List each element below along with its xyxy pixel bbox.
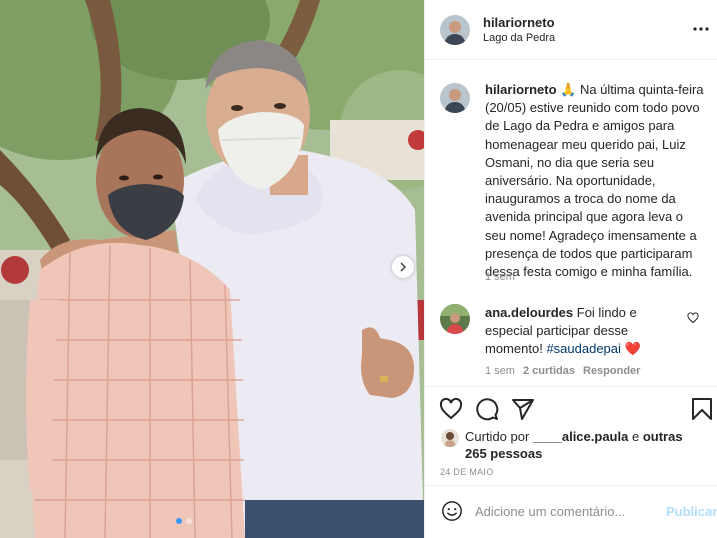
carousel-dot [186, 518, 192, 524]
instagram-post-modal: hilariorneto Lago da Pedra hilariorneto … [0, 0, 717, 538]
comments-section[interactable]: hilariorneto 🙏 Na última quinta-feira (2… [425, 61, 717, 386]
more-options-button[interactable] [693, 21, 709, 40]
bookmark-icon [692, 398, 712, 420]
share-button[interactable] [511, 397, 535, 424]
caption-username[interactable]: hilariorneto [485, 82, 557, 97]
comment-button[interactable] [475, 397, 499, 424]
liker-username[interactable]: ____alice.paula [533, 429, 628, 444]
heart-icon [439, 397, 463, 420]
save-button[interactable] [691, 397, 713, 424]
likes-prefix: Curtido por [465, 429, 530, 444]
likes-summary: Curtido por ____alice.paula e outras 265… [465, 428, 705, 462]
comment-time[interactable]: 1 sem [485, 365, 515, 377]
post-photo[interactable] [0, 0, 424, 538]
heart-icon [687, 312, 699, 324]
post-side-panel: hilariorneto Lago da Pedra hilariorneto … [424, 0, 717, 538]
caption-text: Na última quinta-feira (20/05) estive re… [485, 82, 704, 280]
emoji-button[interactable] [441, 500, 463, 525]
publish-button[interactable]: Publicar [666, 504, 717, 519]
next-photo-button[interactable] [392, 256, 414, 278]
add-comment-bar: Publicar [425, 485, 717, 538]
carousel-dot-active [176, 518, 182, 524]
reply-button[interactable]: Responder [583, 365, 640, 377]
comment-icon [476, 398, 499, 421]
liker-avatar[interactable] [441, 429, 459, 447]
author-username[interactable]: hilariorneto [483, 15, 555, 30]
like-comment-button[interactable] [687, 312, 699, 327]
like-button[interactable] [439, 397, 463, 424]
post-caption: hilariorneto 🙏 Na última quinta-feira (2… [485, 81, 707, 281]
post-location[interactable]: Lago da Pedra [483, 32, 555, 44]
paper-plane-icon [512, 399, 534, 420]
post-header: hilariorneto Lago da Pedra [425, 0, 717, 60]
smiley-icon [442, 501, 462, 521]
caption-author-avatar[interactable] [440, 83, 470, 113]
caption-emoji: 🙏 [560, 82, 577, 97]
photo-illustration [0, 0, 424, 538]
heart-emoji: ❤️ [624, 341, 641, 356]
likes-connector: e [631, 429, 640, 444]
comment-input[interactable] [475, 500, 655, 522]
chevron-right-icon [400, 262, 407, 272]
comment-item: ana.delourdes Foi lindo e especial parti… [485, 304, 675, 358]
carousel-dots [176, 518, 192, 524]
comment-hashtag[interactable]: #saudadepai [546, 341, 620, 356]
comment-username[interactable]: ana.delourdes [485, 305, 573, 320]
comment-likes[interactable]: 2 curtidas [523, 365, 575, 377]
caption-time[interactable]: 1 sem [485, 271, 515, 283]
commenter-avatar[interactable] [440, 304, 470, 334]
more-horizontal-icon [693, 27, 709, 31]
author-avatar[interactable] [440, 15, 470, 45]
post-date[interactable]: 24 DE MAIO [440, 467, 494, 477]
